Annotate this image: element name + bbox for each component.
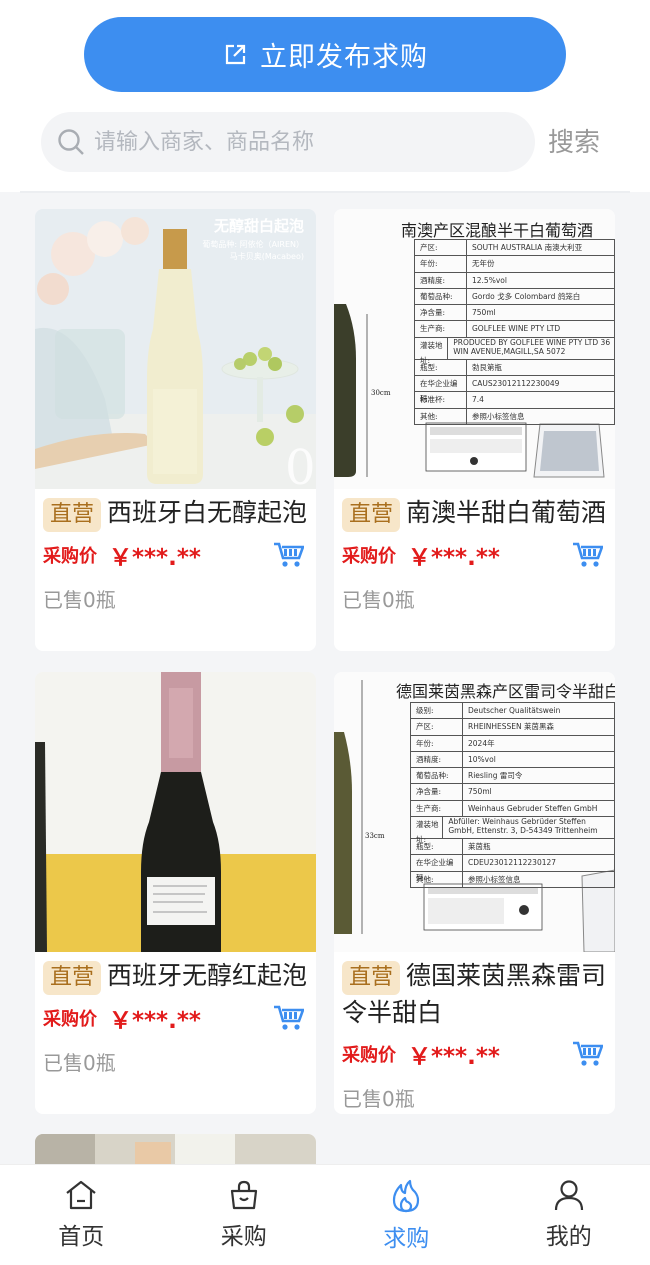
spec-row: 净含量: 750ml — [415, 305, 614, 322]
spec-row: 其他: 参照小标签信息 — [411, 871, 614, 888]
bottom-tab-bar: 首页 采购 求购 我的 — [0, 1164, 650, 1265]
sold-count: 已售0瓶 — [43, 1051, 116, 1075]
price-value: ￥***.** — [109, 545, 201, 571]
publish-request-label: 立即发布求购 — [260, 42, 428, 73]
price-value: ￥***.** — [109, 1008, 201, 1034]
product-name-text: 西班牙白无醇起泡 — [107, 498, 308, 527]
tab-purchase[interactable]: 采购 — [163, 1165, 326, 1265]
price-row: 采购价 ￥***.** — [43, 1003, 308, 1034]
product-name[interactable]: 直营 西班牙无醇红起泡 — [43, 958, 308, 995]
price-value: ￥***.** — [408, 545, 500, 571]
search-input[interactable] — [94, 122, 514, 162]
product-name-text: 南澳半甜白葡萄酒 — [406, 498, 607, 527]
price-value: ￥***.** — [408, 1044, 500, 1070]
spec-row: 年份: 无年份 — [415, 256, 614, 273]
spec-row: 灌装地址: PRODUCED BY GOLFLEE WINE PTY LTD 36… — [415, 337, 614, 365]
external-edit-icon — [225, 44, 246, 64]
product-name[interactable]: 直营 德国莱茵黑森雷司令半甜白 — [342, 958, 607, 1031]
search-box[interactable] — [41, 112, 535, 172]
product-name[interactable]: 直营 西班牙白无醇起泡 — [43, 495, 308, 532]
spec-row: 瓶型: 勃艮第瓶 — [415, 359, 614, 377]
tab-mine[interactable]: 我的 — [488, 1165, 650, 1265]
tab-request[interactable]: 求购 — [325, 1165, 488, 1265]
price-row: 采购价 ￥***.** — [342, 540, 607, 571]
sold-count: 已售0瓶 — [342, 588, 415, 612]
direct-sale-badge: 直营 — [43, 961, 102, 995]
flame-icon — [393, 1179, 420, 1213]
spec-row: 酒精度: 10%vol — [411, 751, 614, 769]
cart-icon[interactable] — [573, 542, 603, 568]
product-image[interactable]: 德国莱茵黑森产区雷司令半甜白 33cm 级别: Deutscher Qualitä… — [334, 672, 615, 952]
product-image[interactable]: 南澳产区混酿半干白葡萄酒 30cm 产区: SOUTH AUSTRALIA 南澳大… — [334, 209, 615, 489]
image-caption-line: 葡萄品种: 阿依伦（AIREN） — [202, 240, 304, 249]
spec-row: 生产商: GOLFLEE WINE PTY LTD — [415, 321, 614, 338]
spec-table: 产区: SOUTH AUSTRALIA 南澳大利亚 年份: 无年份 酒精度: 12.5… — [414, 239, 615, 425]
direct-sale-badge: 直营 — [342, 961, 401, 995]
spec-row: 其他: 参照小标签信息 — [415, 408, 614, 425]
image-caption-title: 无醇甜白起泡 — [213, 217, 304, 235]
sold-count: 已售0瓶 — [43, 588, 116, 612]
image-caption-line: 马卡贝奥(Macabeo) — [229, 252, 304, 261]
price-row: 采购价 ￥***.** — [43, 540, 308, 571]
spec-row: 生产商: Weinhaus Gebruder Steffen GmbH — [411, 800, 614, 818]
cart-icon[interactable] — [274, 542, 304, 568]
spec-row: 标准杯: 7.4 — [415, 392, 614, 409]
product-card[interactable]: 0 无醇甜白起泡 葡萄品种: 阿依伦（AIREN） 马卡贝奥(Macabeo) … — [35, 209, 316, 651]
product-info: 直营 西班牙白无醇起泡 采购价 ￥***.** 已售0瓶 — [35, 489, 316, 612]
product-card[interactable]: 南澳产区混酿半干白葡萄酒 30cm 产区: SOUTH AUSTRALIA 南澳大… — [334, 209, 615, 651]
spec-row: 酒精度: 12.5%vol — [415, 272, 614, 289]
product-info: 直营 西班牙无醇红起泡 采购价 ￥***.** 已售0瓶 — [35, 952, 316, 1075]
tab-label: 我的 — [545, 1224, 592, 1250]
publish-request-button[interactable]: 立即发布求购 — [84, 17, 566, 92]
svg-text:0: 0 — [285, 440, 316, 489]
search-button[interactable]: 搜索 — [548, 122, 600, 159]
bag-icon — [230, 1180, 257, 1210]
top-panel: 立即发布求购 搜索 — [0, 0, 650, 193]
image-caption-title: 南澳产区混酿半干白葡萄酒 — [401, 221, 594, 240]
search-icon — [58, 129, 84, 155]
product-name[interactable]: 直营 南澳半甜白葡萄酒 — [342, 495, 607, 532]
tab-label: 首页 — [58, 1224, 105, 1250]
price-label: 采购价 — [43, 546, 97, 567]
spec-row: 瓶型: 莱茵瓶 — [411, 839, 614, 856]
spec-row: 产区: RHEINHESSEN 莱茵黑森 — [411, 719, 614, 736]
image-size-mark: 30cm — [371, 389, 391, 397]
spec-row: 在华企业编码: CDEU23012112230127 — [411, 855, 614, 882]
image-caption-title: 德国莱茵黑森产区雷司令半甜白 — [396, 682, 615, 701]
spec-table: 级别: Deutscher Qualitätswein 产区: RHEINHESSE… — [410, 702, 615, 888]
product-card[interactable]: 德国莱茵黑森产区雷司令半甜白 33cm 级别: Deutscher Qualitä… — [334, 672, 615, 1114]
search-bar: 搜索 — [0, 112, 650, 172]
product-image[interactable]: 0 无醇甜白起泡 葡萄品种: 阿依伦（AIREN） 马卡贝奥(Macabeo) — [35, 209, 316, 489]
home-icon — [66, 1180, 96, 1210]
spec-row: 葡萄品种: Gordo 戈多 Colombard 鸽笼白 — [415, 288, 614, 306]
spec-row: 级别: Deutscher Qualitätswein — [411, 703, 614, 720]
divider — [20, 191, 630, 193]
spec-row: 灌装地址: Abfüller: Weinhaus Gebrüder Steffen… — [411, 817, 614, 844]
product-name-text: 西班牙无醇红起泡 — [107, 961, 308, 990]
product-image[interactable] — [35, 672, 316, 952]
spec-row: 在华企业编码: CAUS23012112230049 — [415, 376, 614, 403]
product-info: 直营 德国莱茵黑森雷司令半甜白 采购价 ￥***.** 已售0瓶 — [334, 952, 615, 1111]
user-icon — [554, 1180, 583, 1211]
price-row: 采购价 ￥***.** — [342, 1039, 607, 1070]
cart-icon[interactable] — [274, 1005, 304, 1031]
spec-row: 葡萄品种: Riesling 雷司令 — [411, 768, 614, 785]
cart-icon[interactable] — [573, 1041, 603, 1067]
sold-count: 已售0瓶 — [342, 1087, 415, 1111]
product-card[interactable]: 直营 西班牙无醇红起泡 采购价 ￥***.** 已售0瓶 — [35, 672, 316, 1114]
tab-label: 采购 — [220, 1224, 267, 1250]
spec-row: 年份: 2024年 — [411, 735, 614, 752]
spec-row: 产区: SOUTH AUSTRALIA 南澳大利亚 — [415, 240, 614, 257]
price-label: 采购价 — [43, 1009, 97, 1030]
product-info: 直营 南澳半甜白葡萄酒 采购价 ￥***.** 已售0瓶 — [334, 489, 615, 612]
price-label: 采购价 — [342, 546, 396, 567]
price-label: 采购价 — [342, 1045, 396, 1066]
spec-row: 净含量: 750ml — [411, 784, 614, 801]
direct-sale-badge: 直营 — [43, 498, 102, 532]
image-size-mark: 33cm — [365, 832, 385, 840]
tab-label: 求购 — [383, 1226, 430, 1252]
direct-sale-badge: 直营 — [342, 498, 401, 532]
tab-home[interactable]: 首页 — [0, 1165, 163, 1265]
